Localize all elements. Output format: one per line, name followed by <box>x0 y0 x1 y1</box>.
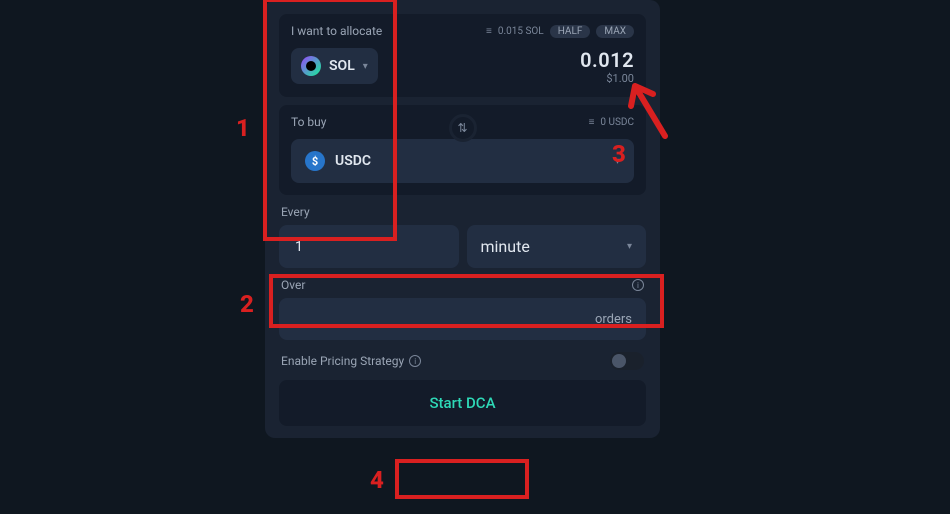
to-token-symbol: USDC <box>335 153 371 169</box>
usdc-icon: $ <box>305 151 325 171</box>
allocate-fiat: $1.00 <box>580 72 634 85</box>
allocate-amount[interactable]: 0.012 <box>580 48 634 72</box>
interval-row: minute ▾ <box>279 225 646 268</box>
over-label-row: Over i <box>281 278 644 292</box>
chevron-down-icon: ▾ <box>363 61 368 72</box>
interval-unit: minute <box>481 237 530 256</box>
over-field[interactable]: orders <box>279 298 646 340</box>
toggle-knob <box>612 354 626 368</box>
interval-label: Every <box>281 205 644 219</box>
wallet-icon: ≡ <box>589 117 595 128</box>
allocate-balance-row: ≡ 0.015 SOL HALF MAX <box>486 25 634 38</box>
allocate-amount-col: 0.012 $1.00 <box>580 48 634 85</box>
annotation-box-4 <box>395 459 529 499</box>
buy-balance-row: ≡ 0 USDC <box>589 117 634 128</box>
allocate-label: I want to allocate <box>291 24 382 38</box>
annotation-1: 1 <box>236 114 250 142</box>
annotation-2: 2 <box>240 290 254 318</box>
dca-card: I want to allocate ≡ 0.015 SOL HALF MAX … <box>265 0 660 438</box>
interval-unit-selector[interactable]: minute ▾ <box>467 225 647 268</box>
pricing-row: Enable Pricing Strategy i <box>281 352 644 370</box>
sol-icon <box>301 56 321 76</box>
from-token-selector[interactable]: SOL ▾ <box>291 48 378 84</box>
max-button[interactable]: MAX <box>596 25 634 38</box>
chevron-down-icon: ▾ <box>615 156 620 167</box>
buy-label: To buy <box>291 115 326 129</box>
annotation-4: 4 <box>370 466 384 494</box>
over-unit: orders <box>595 312 632 327</box>
half-button[interactable]: HALF <box>550 25 591 38</box>
to-token-selector[interactable]: $ USDC ▾ <box>291 139 634 183</box>
wallet-icon: ≡ <box>486 26 492 37</box>
interval-value-field[interactable] <box>279 225 459 268</box>
interval-value-input[interactable] <box>293 238 445 256</box>
pricing-toggle[interactable] <box>610 352 644 370</box>
pricing-label: Enable Pricing Strategy <box>281 354 404 368</box>
over-label: Over <box>281 278 305 292</box>
from-token-symbol: SOL <box>329 58 355 74</box>
over-value-input[interactable] <box>293 310 595 328</box>
chevron-down-icon: ▾ <box>627 241 632 252</box>
allocate-balance: 0.015 SOL <box>498 26 544 37</box>
start-dca-button[interactable]: Start DCA <box>279 380 646 426</box>
info-icon[interactable]: i <box>409 355 421 367</box>
allocate-section: I want to allocate ≡ 0.015 SOL HALF MAX … <box>279 14 646 97</box>
buy-balance: 0 USDC <box>600 117 634 128</box>
info-icon[interactable]: i <box>632 279 644 291</box>
swap-direction-button[interactable]: ⇅ <box>449 114 477 142</box>
